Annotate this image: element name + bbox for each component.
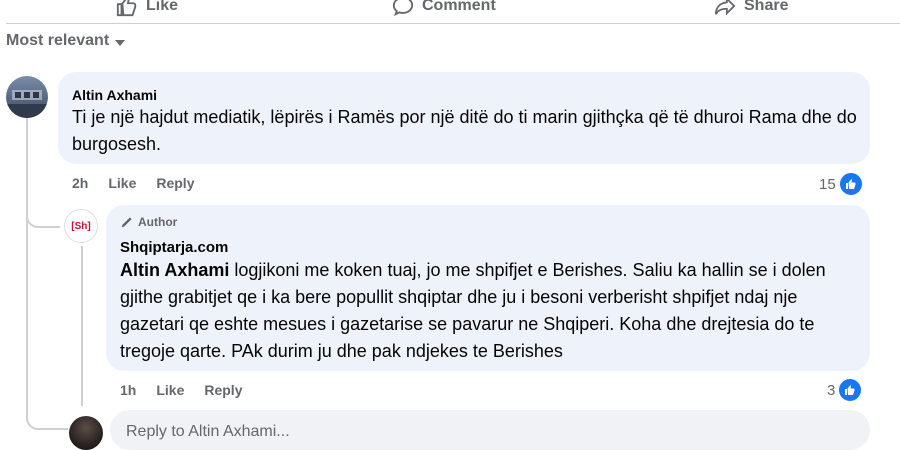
share-icon	[714, 0, 736, 16]
reply-actions: 1h Like Reply	[120, 382, 242, 398]
comment-reply-button[interactable]: Reply	[156, 175, 194, 191]
reply-author[interactable]: Shqiptarja.com	[120, 239, 228, 256]
avatar[interactable]: [Sh]	[64, 209, 98, 243]
author-badge: Author	[120, 215, 177, 229]
reaction-count: 15	[819, 175, 836, 193]
page-logo: [Sh]	[71, 220, 91, 232]
sort-label: Most relevant	[6, 32, 110, 49]
share-action-label: Share	[744, 0, 789, 14]
post-action-bar: Like Comment Share	[0, 0, 900, 24]
reply-text: Altin Axhami logjikoni me koken tuaj, jo…	[120, 257, 860, 365]
avatar[interactable]	[6, 76, 48, 118]
mention-link[interactable]: Altin Axhami	[120, 260, 229, 280]
comment-action-button[interactable]: Comment	[392, 0, 496, 24]
thread-connector	[26, 400, 68, 430]
reply-reactions[interactable]: 3	[827, 377, 864, 403]
thread-line	[26, 118, 28, 420]
comment-action-label: Comment	[422, 0, 496, 14]
comment-author[interactable]: Altin Axhami	[72, 87, 157, 103]
reply-timestamp[interactable]: 1h	[120, 382, 136, 398]
share-action-button[interactable]: Share	[714, 0, 788, 24]
thumbs-up-icon	[116, 0, 137, 17]
chevron-down-icon	[115, 39, 126, 46]
reply-bubble: Author Shqiptarja.com Altin Axhami logji…	[106, 205, 870, 371]
avatar	[69, 416, 103, 450]
thread-connector	[26, 200, 60, 228]
reply-like-button[interactable]: Like	[156, 382, 184, 398]
like-action-label: Like	[146, 0, 179, 14]
profile-photo-icon	[6, 90, 48, 118]
comment-actions: 2h Like Reply	[72, 175, 194, 191]
reply-reply-button[interactable]: Reply	[204, 382, 242, 398]
reaction-count: 3	[827, 381, 836, 399]
like-action-button[interactable]: Like	[116, 0, 178, 24]
divider	[6, 23, 900, 24]
comment-bubble: Altin Axhami Ti je një hajdut mediatik, …	[58, 72, 870, 164]
comment-icon	[392, 0, 414, 17]
like-reaction-icon	[837, 377, 864, 403]
comment-timestamp[interactable]: 2h	[72, 175, 88, 191]
comment-text: Ti je një hajdut mediatik, lëpirës i Ram…	[72, 107, 857, 154]
comment-sort-dropdown[interactable]: Most relevant	[6, 32, 126, 50]
comment-reactions[interactable]: 15	[819, 171, 864, 197]
reply-thread-line	[81, 246, 83, 406]
reply-input-box[interactable]: Reply to Altin Axhami...	[110, 410, 870, 450]
author-badge-label: Author	[138, 215, 178, 229]
like-reaction-icon	[837, 171, 864, 197]
reply-input-placeholder[interactable]: Reply to Altin Axhami...	[126, 423, 290, 441]
pen-icon	[121, 217, 132, 228]
comment-like-button[interactable]: Like	[108, 175, 136, 191]
